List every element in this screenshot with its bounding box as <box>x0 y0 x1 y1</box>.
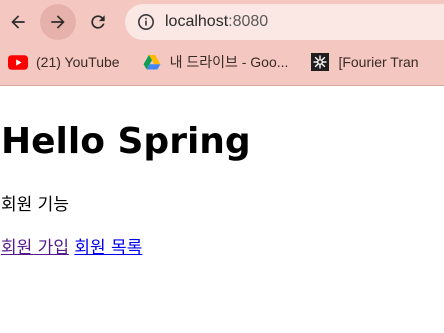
fourier-site-icon <box>310 53 330 71</box>
member-links: 회원 가입 회원 목록 <box>1 236 444 260</box>
reload-button[interactable] <box>80 4 116 40</box>
back-button[interactable] <box>0 4 36 40</box>
browser-chrome: localhost:8080 (21) YouTube 내 드라이브 - Goo… <box>0 0 444 86</box>
bookmark-label: (21) YouTube <box>36 54 120 70</box>
forward-button[interactable] <box>40 4 76 40</box>
member-join-link[interactable]: 회원 가입 <box>1 238 69 258</box>
url-text: localhost:8080 <box>165 13 268 31</box>
youtube-icon <box>8 54 28 70</box>
page-title: Hello Spring <box>1 121 251 162</box>
page-subtitle: 회원 기능 <box>1 195 69 215</box>
bookmark-label: [Fourier Tran <box>338 54 419 70</box>
member-list-link[interactable]: 회원 목록 <box>74 238 142 258</box>
address-bar[interactable]: localhost:8080 <box>125 4 444 40</box>
bookmark-label: 내 드라이브 - Goo... <box>169 54 289 70</box>
page-content: Hello Spring 회원 기능 회원 가입 회원 목록 <box>0 120 444 260</box>
google-drive-icon <box>142 54 162 70</box>
arrow-right-icon <box>51 15 65 29</box>
reload-icon <box>91 15 105 29</box>
bookmark-google-drive[interactable]: 내 드라이브 - Goo... <box>142 52 289 72</box>
bookmark-youtube[interactable]: (21) YouTube <box>8 54 120 70</box>
url-port: :8080 <box>228 13 269 30</box>
url-host: localhost <box>165 13 229 30</box>
arrow-left-icon <box>11 15 25 29</box>
browser-toolbar: localhost:8080 <box>0 0 444 42</box>
bookmarks-bar: (21) YouTube 내 드라이브 - Goo... [Fourier Tr… <box>0 47 444 77</box>
site-info-icon[interactable] <box>137 13 155 31</box>
bookmark-fourier[interactable]: [Fourier Tran <box>310 53 419 71</box>
